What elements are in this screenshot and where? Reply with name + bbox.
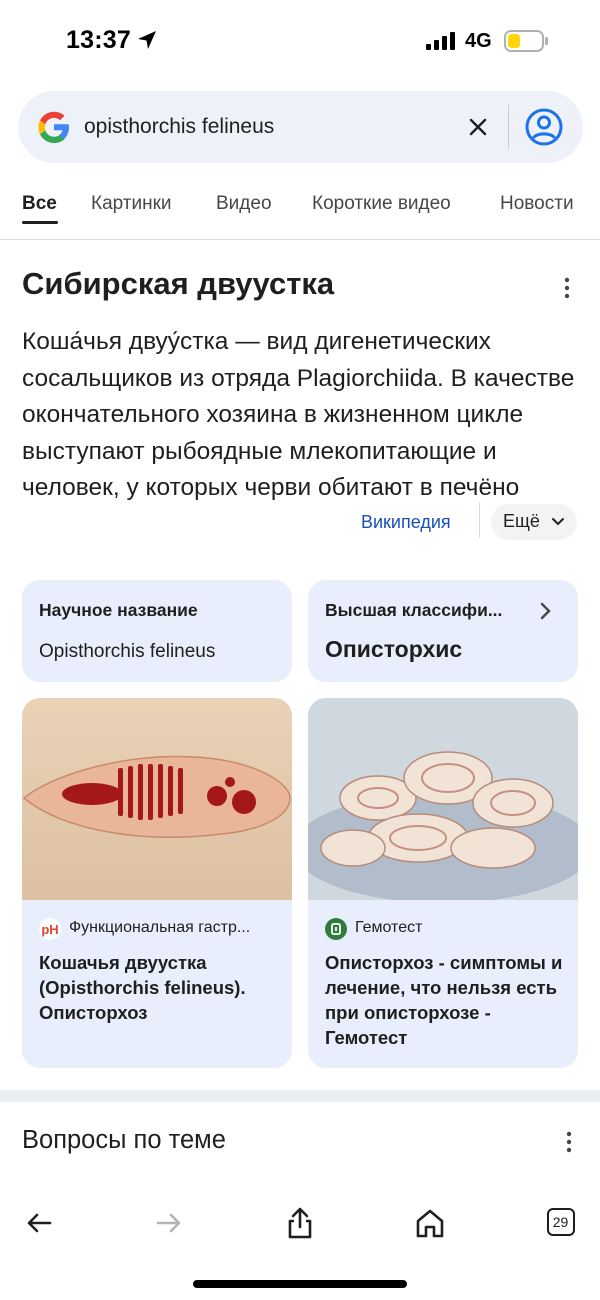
result-source: рН Функциональная гастр... [39,918,284,940]
cellular-signal-icon [426,32,455,50]
description-fade [250,500,360,544]
section-separator [0,1090,600,1102]
fish-shavings-image [308,698,578,900]
tabs-button[interactable]: 29 [547,1208,575,1236]
battery-icon [504,30,548,52]
related-questions-title: Вопросы по теме [22,1126,226,1154]
network-type: 4G [465,30,492,52]
clock: 13:37 [66,26,131,54]
tab-short-video[interactable]: Короткие видео [312,193,451,215]
search-divider [508,105,509,149]
more-button[interactable]: Ещё [491,504,577,540]
tab-video[interactable]: Видео [216,193,272,215]
tab-images[interactable]: Картинки [91,193,172,215]
search-input[interactable]: opisthorchis felineus [84,115,274,139]
home-icon[interactable] [413,1206,447,1240]
location-arrow-icon [138,31,156,49]
gemotest-icon [325,918,347,940]
attribute-value: Описторхис [325,636,463,662]
more-button-label: Ещё [503,511,540,531]
wikipedia-link[interactable]: Википедия [361,512,457,533]
chevron-right-icon [540,602,551,620]
result-card[interactable]: Гемотест Описторхоз - симптомы и лечение… [308,698,578,1068]
source-name: Гемотест [355,919,423,936]
svg-text:рН: рН [41,922,58,937]
fluke-specimen-image [22,698,292,900]
active-tab-indicator [22,221,58,224]
tab-count: 29 [552,1214,569,1230]
share-icon[interactable] [283,1206,317,1240]
status-bar: 13:37 4G [0,0,600,80]
scientific-name-card[interactable]: Научное название Opisthorchis felineus [22,580,292,682]
search-tabs: Все Картинки Видео Короткие видео Новост… [0,188,600,240]
source-name: Функциональная гастр... [69,919,251,936]
attribute-value: Opisthorchis felineus [39,641,216,662]
result-source: Гемотест [325,918,570,940]
more-options-icon[interactable] [562,1130,576,1154]
forward-arrow-icon[interactable] [152,1206,186,1240]
more-options-icon[interactable] [560,276,574,300]
attribute-label: Высшая классифи... [325,600,503,620]
knowledge-title: Сибирская двуустка [22,266,335,301]
back-arrow-icon[interactable] [22,1206,56,1240]
attribute-label: Научное название [39,600,198,620]
result-card[interactable]: рН Функциональная гастр... Кошачья двуус… [22,698,292,1068]
browser-toolbar: 29 [0,1188,600,1300]
clear-search-icon[interactable] [466,115,490,139]
gastro-site-icon: рН [39,918,61,940]
higher-classification-card[interactable]: Высшая классифи... Описторхис [308,580,578,682]
result-title[interactable]: Описторхоз - симптомы и лечение, что нел… [325,950,568,1050]
search-bar[interactable]: opisthorchis felineus [18,91,583,163]
tab-news[interactable]: Новости [500,193,574,215]
home-indicator [193,1280,407,1288]
result-title[interactable]: Кошачья двуустка (Opisthorchis felineus)… [39,950,282,1025]
chevron-down-icon [552,518,564,526]
divider [479,502,480,538]
google-logo-icon [38,111,69,143]
tab-all[interactable]: Все [22,193,57,215]
account-icon[interactable] [524,107,564,147]
